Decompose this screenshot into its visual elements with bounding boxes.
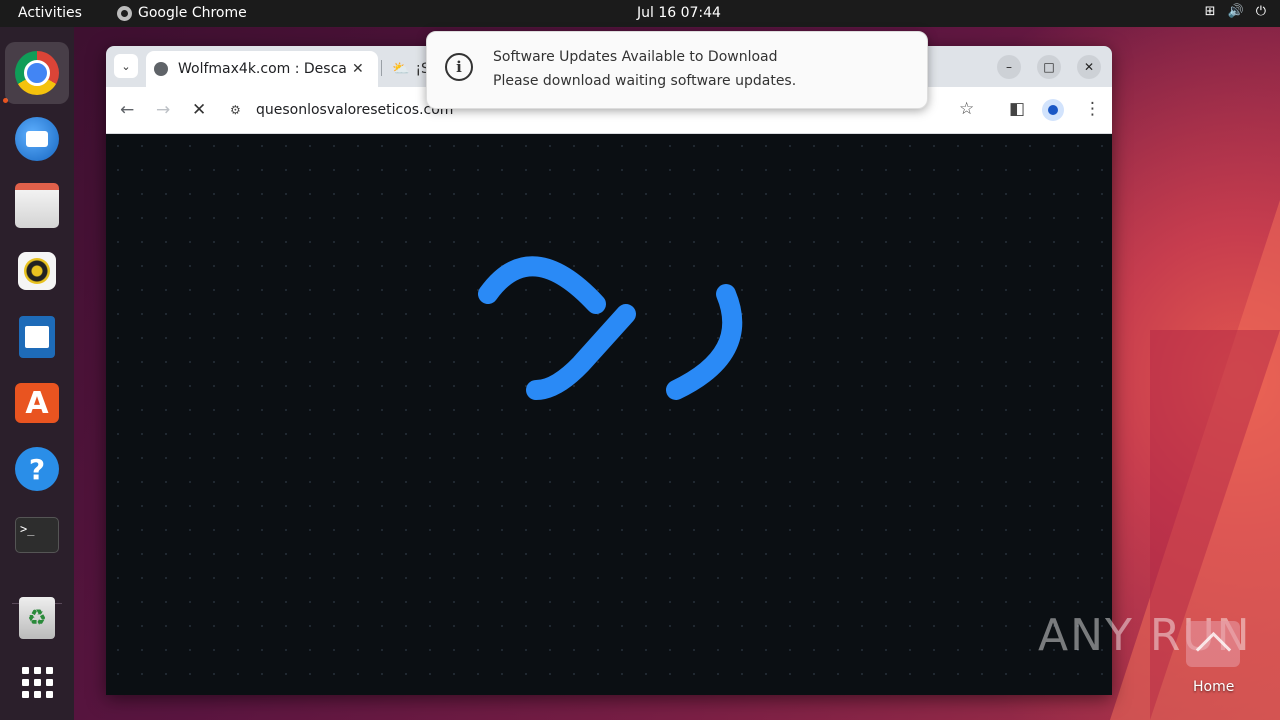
tab-search-button[interactable]: ⌄ — [114, 54, 138, 78]
menu-dots-icon[interactable]: ⋮ — [1084, 99, 1101, 119]
site-info-icon[interactable]: ⚙ — [230, 103, 248, 117]
dock: A ? >_ ♻ — [0, 27, 74, 720]
download-cloud-icon: ⛅ — [392, 61, 410, 77]
dock-trash[interactable]: ♻ — [5, 587, 69, 649]
tab-active[interactable]: Wolfmax4k.com : Descar ✕ — [146, 51, 378, 87]
help-icon: ? — [15, 447, 59, 491]
app-center-icon: A — [15, 383, 59, 423]
home-label[interactable]: Home — [1193, 679, 1234, 695]
chrome-small-icon — [117, 5, 132, 21]
dock-chrome[interactable] — [5, 42, 69, 104]
tab-title: Wolfmax4k.com : Descar — [178, 61, 346, 77]
close-window-button[interactable]: ✕ — [1077, 55, 1101, 79]
maximize-button[interactable]: □ — [1037, 55, 1061, 79]
clock[interactable]: Jul 16 07:44 — [637, 5, 721, 21]
activities-button[interactable]: Activities — [18, 5, 82, 21]
minimize-icon: – — [1006, 60, 1012, 74]
rhythmbox-icon — [18, 252, 56, 290]
forward-button[interactable]: → — [156, 100, 170, 120]
minimize-button[interactable]: – — [997, 55, 1021, 79]
tab-divider — [381, 60, 382, 76]
loader-arc-2 — [526, 304, 636, 400]
notification-body: Please download waiting software updates… — [493, 73, 797, 89]
trash-icon: ♻ — [19, 597, 55, 639]
page-content — [106, 134, 1112, 695]
network-icon: ⊞ — [1204, 4, 1216, 19]
files-icon — [15, 182, 59, 228]
maximize-icon: □ — [1043, 60, 1055, 74]
stop-loading-button[interactable]: ✕ — [192, 100, 206, 120]
dock-writer[interactable] — [5, 306, 69, 368]
info-icon: i — [445, 53, 473, 81]
show-apps-button[interactable] — [5, 651, 69, 713]
loader-arc-1 — [478, 256, 606, 314]
loader-arc-3 — [666, 284, 743, 400]
dock-app-center[interactable]: A — [5, 372, 69, 434]
close-tab-icon[interactable]: ✕ — [352, 61, 364, 77]
dock-files[interactable] — [5, 174, 69, 236]
chrome-icon — [15, 51, 59, 95]
bookmark-star-icon[interactable]: ☆ — [959, 99, 974, 119]
side-panel-icon[interactable]: ◧ — [1009, 99, 1025, 119]
system-tray[interactable]: ⊞ 🔊 ⏻ — [1205, 4, 1266, 19]
writer-icon — [19, 316, 55, 358]
app-menu[interactable]: Google Chrome — [117, 5, 247, 21]
dock-thunderbird[interactable] — [5, 108, 69, 170]
power-icon: ⏻ — [1255, 4, 1266, 19]
dock-terminal[interactable]: >_ — [5, 504, 69, 566]
back-button[interactable]: ← — [120, 100, 134, 120]
volume-icon: 🔊 — [1227, 4, 1244, 19]
terminal-icon: >_ — [15, 517, 59, 553]
profile-avatar[interactable] — [1042, 99, 1064, 121]
loading-spinner — [478, 256, 743, 400]
home-folder-icon[interactable] — [1186, 621, 1240, 667]
notification-banner[interactable]: i Software Updates Available to Download… — [426, 31, 928, 109]
chevron-down-icon: ⌄ — [121, 59, 131, 73]
globe-icon — [154, 62, 168, 76]
top-bar: Activities Google Chrome Jul 16 07:44 ⊞ … — [0, 0, 1280, 27]
thunderbird-icon — [15, 117, 59, 161]
app-name: Google Chrome — [138, 5, 247, 21]
chrome-window: ⌄ Wolfmax4k.com : Descar ✕ ⛅ ¡Su – □ ✕ ←… — [106, 46, 1112, 695]
notification-title: Software Updates Available to Download — [493, 49, 778, 65]
apps-grid-icon — [21, 666, 53, 698]
dock-help[interactable]: ? — [5, 438, 69, 500]
url-text: quesonlosvaloreseticos.com — [256, 102, 454, 118]
dock-rhythmbox[interactable] — [5, 240, 69, 302]
close-icon: ✕ — [1083, 60, 1095, 74]
